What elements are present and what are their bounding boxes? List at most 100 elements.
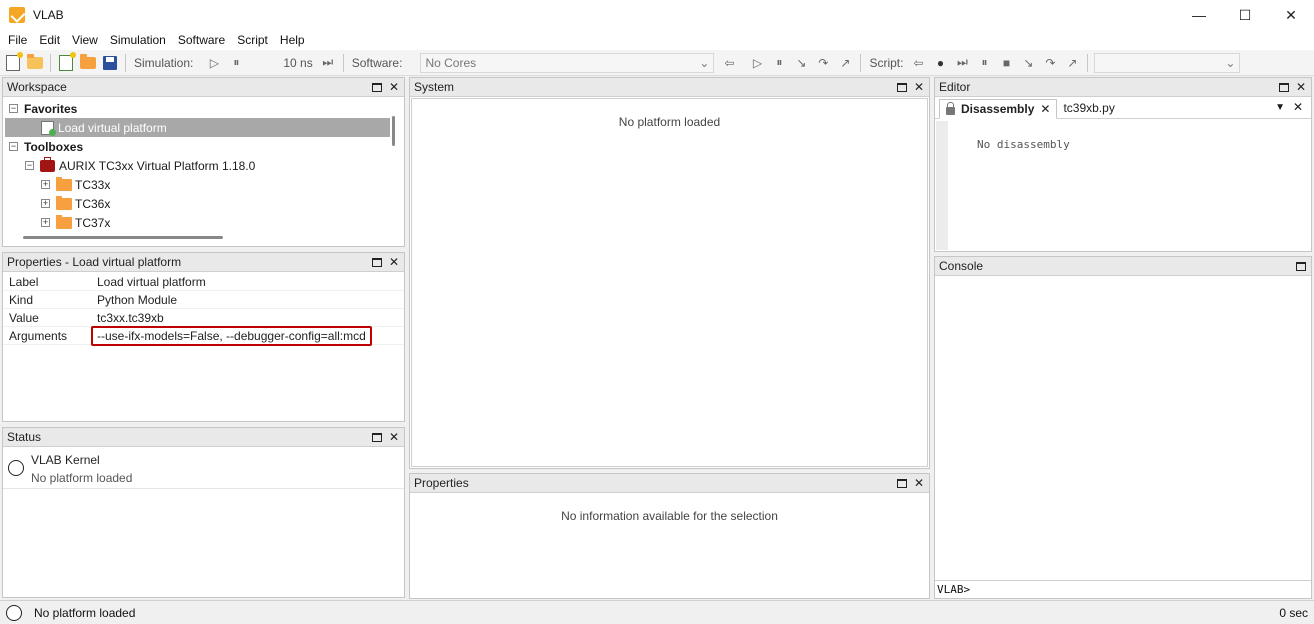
console-title: Console [939, 259, 984, 273]
workspace-header: Workspace ✕ [3, 78, 404, 97]
workspace-panel: Workspace ✕ − Favorites Load virtual pla… [2, 77, 405, 247]
load-software-icon[interactable]: ⇦ [720, 54, 738, 72]
tree-favorites[interactable]: − Favorites [5, 99, 390, 118]
minimize-button[interactable]: — [1176, 0, 1222, 30]
sw-step-into-icon[interactable]: ↘ [792, 54, 810, 72]
script-run-icon[interactable]: ● [931, 54, 949, 72]
save-icon[interactable] [101, 54, 119, 72]
restore-icon[interactable] [895, 80, 909, 94]
prop-key: Arguments [9, 328, 68, 343]
tree-item-aurix-toolbox[interactable]: − AURIX TC3xx Virtual Platform 1.18.0 [5, 156, 390, 175]
restore-icon[interactable] [370, 80, 384, 94]
tree-item-load-virtual-platform[interactable]: Load virtual platform [5, 118, 390, 137]
menu-edit[interactable]: Edit [33, 30, 66, 50]
play-icon[interactable]: ▷ [205, 54, 223, 72]
folder-label: TC33x [75, 177, 111, 192]
prop-key: Label [9, 274, 39, 289]
tab-tc39xb-py[interactable]: tc39xb.py [1057, 98, 1120, 118]
menu-view[interactable]: View [66, 30, 104, 50]
status-circle-icon [6, 604, 22, 621]
close-icon[interactable]: ✕ [387, 430, 401, 444]
sw-step-out-icon[interactable]: ↗ [836, 54, 854, 72]
table-row[interactable]: Arguments --use-ifx-models=False, --debu… [3, 325, 404, 346]
script-step-icon[interactable]: ⏭ [953, 54, 971, 72]
editor-tabs: Disassembly ✕ tc39xb.py ▼ ✕ [935, 97, 1311, 119]
console-input[interactable]: VLAB> [935, 580, 1311, 598]
close-editor-tab-icon[interactable]: ✕ [1293, 100, 1303, 114]
script-stop-icon[interactable]: ■ [997, 54, 1015, 72]
close-tab-icon[interactable]: ✕ [1040, 102, 1050, 116]
restore-icon[interactable] [370, 430, 384, 444]
sim-time-value[interactable]: 10 ns [283, 56, 312, 70]
system-canvas[interactable]: No platform loaded [411, 98, 928, 467]
chevron-down-icon: ⌄ [1225, 55, 1236, 70]
expand-icon[interactable]: + [41, 180, 50, 189]
menu-script[interactable]: Script [231, 30, 274, 50]
cores-select[interactable]: No Cores ⌄ [420, 52, 715, 73]
menu-simulation[interactable]: Simulation [104, 30, 172, 50]
script-pause-icon[interactable]: ⏸ [975, 54, 993, 72]
editor-message: No disassembly [977, 138, 1070, 151]
pause-icon[interactable]: ⏸ [227, 54, 245, 72]
tab-list-chevron-icon[interactable]: ▼ [1275, 102, 1285, 113]
menu-file[interactable]: File [2, 30, 33, 50]
expand-icon[interactable]: + [41, 218, 50, 227]
collapse-icon[interactable]: − [25, 161, 34, 170]
close-icon[interactable]: ✕ [387, 255, 401, 269]
menu-software[interactable]: Software [172, 30, 231, 50]
new-file-icon[interactable] [57, 51, 76, 72]
toolbar-separator [1087, 53, 1089, 72]
editor-gutter [936, 121, 948, 250]
tree-folder-tc33x[interactable]: + TC33x [5, 175, 390, 194]
folder-icon [56, 176, 72, 191]
table-row[interactable]: Kind Python Module [3, 291, 404, 309]
arguments-value[interactable]: --use-ifx-models=False, --debugger-confi… [91, 325, 372, 346]
close-icon[interactable]: ✕ [912, 476, 926, 490]
expand-icon[interactable]: + [41, 199, 50, 208]
open-workspace-icon[interactable] [26, 53, 44, 72]
script-step-out-icon[interactable]: ↗ [1063, 54, 1081, 72]
close-icon[interactable]: ✕ [912, 80, 926, 94]
restore-icon[interactable] [1277, 80, 1291, 94]
properties-bottom-title: Properties [414, 476, 469, 490]
script-label: Script: [869, 55, 904, 70]
tree-toolboxes[interactable]: − Toolboxes [5, 137, 390, 156]
load-script-icon[interactable]: ⇦ [909, 54, 927, 72]
collapse-icon[interactable]: − [9, 142, 18, 151]
vertical-scrollbar[interactable] [392, 116, 395, 146]
status-panel: Status ✕ VLAB Kernel No platform loaded [2, 427, 405, 598]
restore-icon[interactable] [895, 476, 909, 490]
console-output[interactable] [935, 277, 1311, 580]
console-panel: Console VLAB> [934, 256, 1312, 599]
script-step-over-icon[interactable]: ↷ [1041, 54, 1059, 72]
sw-run-icon[interactable]: ▷ [748, 54, 766, 72]
prop-value: tc3xx.tc39xb [97, 310, 164, 325]
open-folder-icon[interactable] [79, 53, 97, 72]
tab-disassembly[interactable]: Disassembly ✕ [939, 99, 1058, 119]
new-workspace-icon[interactable] [4, 51, 23, 72]
step-forward-icon[interactable]: ⏭ [319, 54, 337, 72]
maximize-button[interactable]: ☐ [1222, 0, 1268, 30]
close-icon[interactable]: ✕ [387, 80, 401, 94]
properties-header: Properties - Load virtual platform ✕ [3, 253, 404, 272]
collapse-icon[interactable]: − [9, 104, 18, 113]
main-toolbar: Simulation: ▷ ⏸ 10 ns ⏭ Software: No Cor… [0, 50, 1314, 76]
tree-folder-tc36x[interactable]: + TC36x [5, 194, 390, 213]
horizontal-scrollbar[interactable] [23, 236, 223, 239]
status-item-vlab-kernel[interactable]: VLAB Kernel No platform loaded [3, 449, 404, 489]
menu-help[interactable]: Help [274, 30, 311, 50]
script-step-into-icon[interactable]: ↘ [1019, 54, 1037, 72]
table-row[interactable]: Value tc3xx.tc39xb [3, 309, 404, 327]
tab-label: tc39xb.py [1063, 101, 1115, 115]
editor-title: Editor [939, 80, 971, 94]
close-icon[interactable]: ✕ [1294, 80, 1308, 94]
table-row[interactable]: Label Load virtual platform [3, 273, 404, 291]
restore-icon[interactable] [1294, 259, 1308, 273]
prop-value: Python Module [97, 292, 178, 307]
script-select[interactable]: ⌄ [1094, 52, 1241, 73]
tree-folder-tc37x[interactable]: + TC37x [5, 213, 390, 232]
close-button[interactable]: ✕ [1268, 0, 1314, 30]
restore-icon[interactable] [370, 255, 384, 269]
sw-step-over-icon[interactable]: ↷ [814, 54, 832, 72]
sw-pause-icon[interactable]: ⏸ [770, 54, 788, 72]
